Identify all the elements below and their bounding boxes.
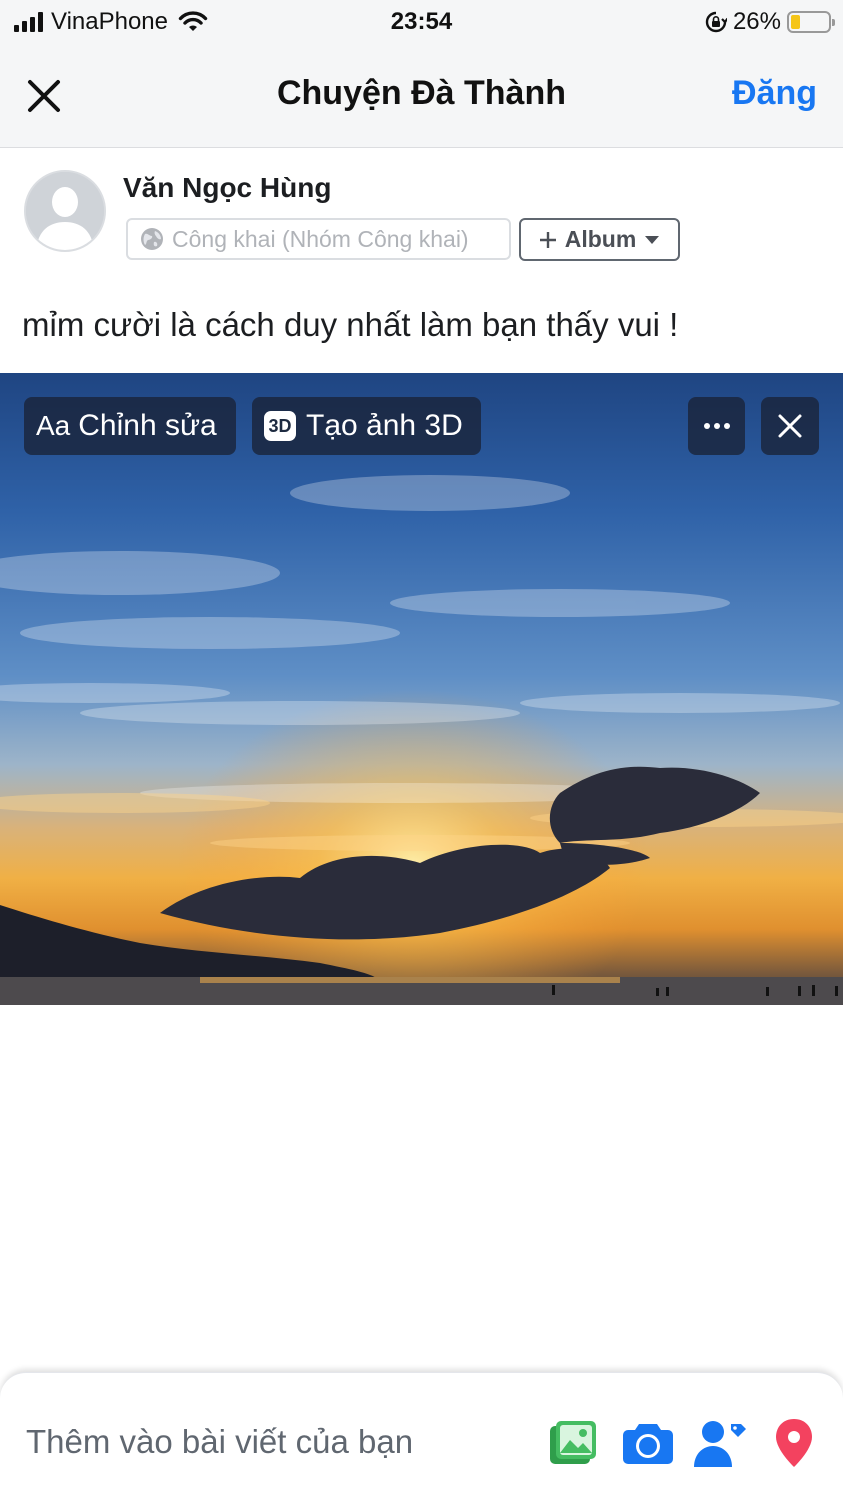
album-button[interactable]: Album xyxy=(519,218,680,261)
3d-badge-icon: 3D xyxy=(264,411,296,441)
attached-photo[interactable]: Aa Chỉnh sửa 3D Tạo ảnh 3D xyxy=(0,373,843,1005)
battery-level xyxy=(791,15,801,29)
more-icon xyxy=(703,423,730,429)
compose-header: Chuyện Đà Thành Đăng xyxy=(0,44,843,148)
post-button[interactable]: Đăng xyxy=(732,74,817,113)
add-to-post-label: Thêm vào bài viết của bạn xyxy=(26,1423,414,1460)
page-title: Chuyện Đà Thành xyxy=(276,74,567,112)
battery-percentage: 26% xyxy=(732,8,781,35)
album-label: Album xyxy=(564,226,637,252)
create-3d-photo-button[interactable]: 3D Tạo ảnh 3D xyxy=(252,397,481,455)
location-pin-icon xyxy=(776,1419,812,1467)
battery-icon xyxy=(787,11,835,33)
post-text-input[interactable]: mỉm cười là cách duy nhất làm bạn thấy v… xyxy=(22,306,678,344)
remove-photo-button[interactable] xyxy=(761,397,819,455)
edit-photo-button[interactable]: Aa Chỉnh sửa xyxy=(24,397,236,455)
sunset-photo xyxy=(0,373,843,1005)
tag-people-icon xyxy=(694,1421,746,1467)
photo-video-icon xyxy=(550,1421,596,1464)
plus-icon xyxy=(539,231,556,248)
more-options-button[interactable] xyxy=(688,397,745,455)
globe-icon xyxy=(141,228,163,250)
camera-icon xyxy=(623,1424,673,1464)
tag-people-button[interactable] xyxy=(692,1415,748,1471)
edit-photo-label: Chỉnh sửa xyxy=(78,409,217,442)
rotation-lock-icon xyxy=(705,11,727,33)
text-style-icon: Aa xyxy=(36,410,71,441)
status-right: 26% xyxy=(705,8,835,36)
camera-button[interactable] xyxy=(620,1415,676,1471)
privacy-label: Công khai (Nhóm Công khai) xyxy=(172,225,469,252)
author-name: Văn Ngọc Hùng xyxy=(123,172,332,203)
check-in-button[interactable] xyxy=(766,1415,822,1471)
author-section: Văn Ngọc Hùng Công khai (Nhóm Công khai)… xyxy=(0,148,843,273)
create-3d-label: Tạo ảnh 3D xyxy=(306,409,463,442)
privacy-selector[interactable]: Công khai (Nhóm Công khai) xyxy=(126,218,511,260)
close-icon xyxy=(778,414,802,438)
status-bar: VinaPhone 23:54 26% xyxy=(0,0,843,44)
avatar[interactable] xyxy=(24,170,106,252)
caret-down-icon xyxy=(645,235,660,244)
add-to-post-bar[interactable]: Thêm vào bài viết của bạn xyxy=(0,1372,843,1499)
photo-video-button[interactable] xyxy=(546,1415,602,1471)
default-avatar-icon xyxy=(26,172,104,250)
